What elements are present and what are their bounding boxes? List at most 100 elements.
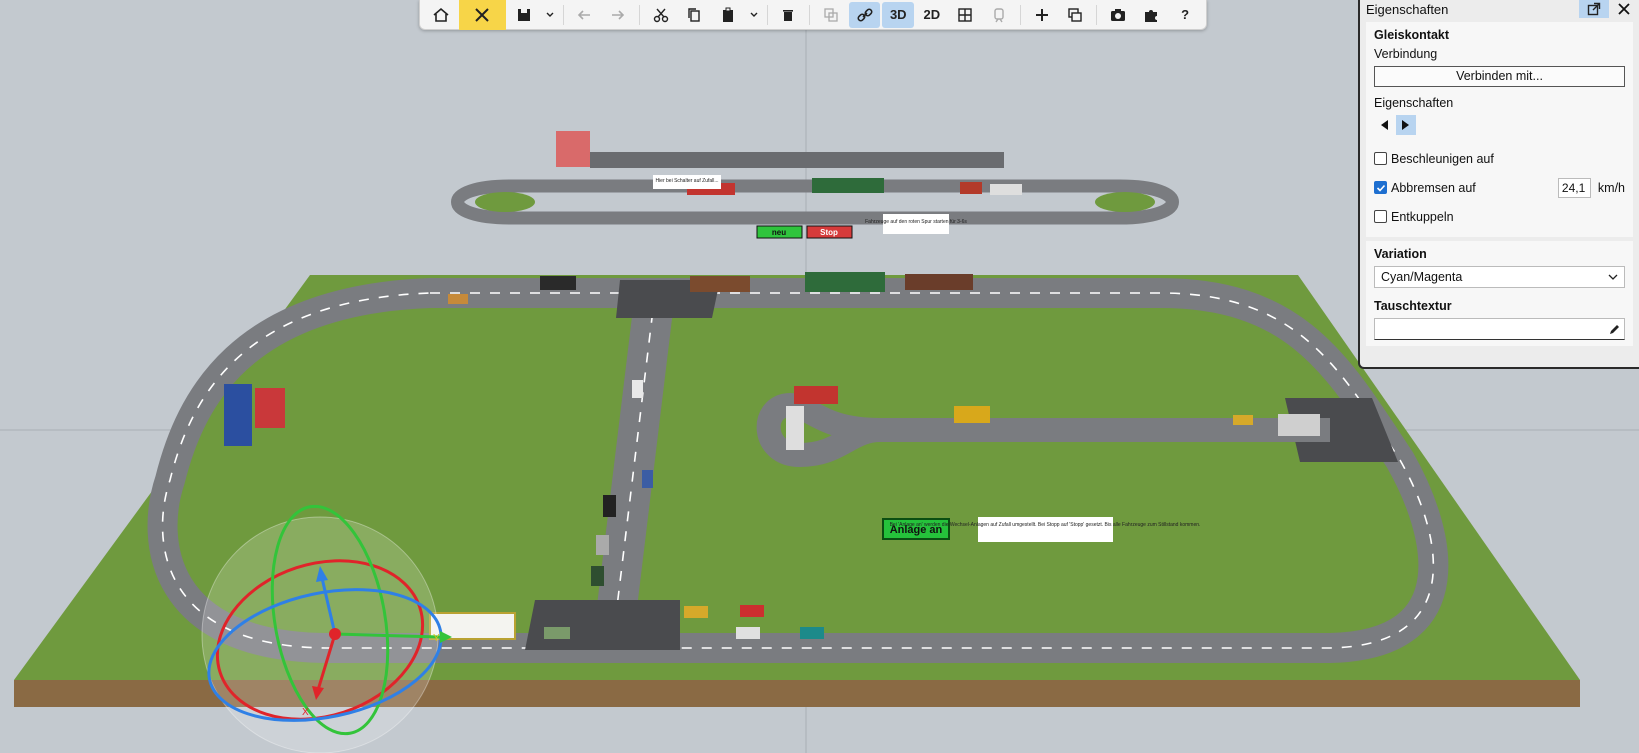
cut-button[interactable] [645, 2, 677, 28]
truck-red[interactable] [255, 388, 285, 428]
texture-input[interactable] [1374, 318, 1625, 340]
undo-button[interactable] [569, 2, 601, 28]
brake-speed-group: 24,1 km/h [1557, 177, 1625, 198]
group-icon [824, 7, 838, 22]
car-teal[interactable] [800, 627, 824, 639]
add-button[interactable] [1026, 2, 1058, 28]
delete-button[interactable] [773, 2, 805, 28]
info-note-center [978, 517, 1113, 542]
trash-icon [783, 9, 794, 21]
staging-note-right-text: Fahrzeuge auf den roten Spur starten für… [865, 219, 967, 225]
window-icon [1068, 7, 1082, 22]
variation-select[interactable]: Cyan/Magenta [1374, 266, 1625, 288]
uncouple-row: Entkuppeln [1374, 202, 1625, 231]
gizmo-x-label: X [302, 707, 309, 718]
uncouple-checkbox[interactable] [1374, 210, 1387, 223]
triangle-right-icon [1402, 120, 1409, 130]
window-button[interactable] [1059, 2, 1091, 28]
car-olive[interactable] [544, 627, 570, 639]
car-silver[interactable] [596, 535, 609, 555]
brake-label: Abbremsen auf [1391, 180, 1476, 195]
link-button[interactable] [848, 1, 881, 28]
toolbar-separator [638, 4, 640, 25]
save-button[interactable] [508, 2, 540, 28]
speed-unit: km/h [1597, 180, 1625, 195]
train-icon [994, 7, 1004, 22]
previous-button[interactable] [1374, 115, 1394, 135]
pencil-icon[interactable] [1609, 324, 1620, 335]
section-title-track-contact: Gleiskontakt [1374, 28, 1450, 42]
toolbar-separator [1019, 4, 1021, 25]
car-white[interactable] [736, 627, 760, 639]
variation-title: Variation [1374, 247, 1427, 261]
view-2d-button[interactable]: 2D [916, 2, 948, 28]
redo-button[interactable] [602, 2, 634, 28]
link-icon [857, 7, 873, 22]
van-black[interactable] [540, 276, 576, 290]
paste-dropdown-button[interactable] [746, 2, 762, 28]
save-dropdown-button[interactable] [542, 2, 558, 28]
truck-green[interactable] [805, 272, 885, 292]
plugins-button[interactable] [1136, 2, 1168, 28]
puzzle-icon [1145, 9, 1158, 22]
grid-icon [958, 7, 973, 22]
toolbar-separator [1096, 4, 1098, 25]
gizmo-y-label: Y [433, 633, 440, 644]
grid-button[interactable] [950, 2, 982, 28]
next-button[interactable] [1396, 115, 1416, 135]
bus-red-inner[interactable] [794, 386, 838, 404]
main-toolbar: 3D 2D ? [419, 0, 1207, 30]
uncouple-label: Entkuppeln [1391, 209, 1454, 224]
gizmo-center[interactable] [329, 628, 341, 640]
home-icon [433, 7, 449, 22]
staging-loop-right-island [1095, 192, 1155, 212]
external-link-icon [1587, 2, 1601, 16]
truck-blue[interactable] [224, 384, 252, 446]
connect-button[interactable]: Verbinden mit... [1374, 66, 1625, 87]
paste-button[interactable] [712, 2, 744, 28]
popout-button[interactable] [1579, 0, 1609, 18]
copy-button[interactable] [678, 2, 710, 28]
group-button[interactable] [815, 2, 847, 28]
car-red[interactable] [740, 605, 764, 617]
brake-speed-input[interactable]: 24,1 [1557, 177, 1591, 198]
staging-tractor [960, 182, 982, 194]
caravan[interactable] [1278, 414, 1320, 436]
panel-header: Eigenschaften [1360, 0, 1639, 18]
accelerate-checkbox[interactable] [1374, 152, 1387, 165]
car-yellow[interactable] [684, 606, 708, 618]
brake-row: Abbremsen auf 24,1 km/h [1374, 173, 1625, 202]
toolbar-separator [766, 4, 768, 25]
staging-road-top [590, 152, 1004, 168]
brake-checkbox[interactable] [1374, 181, 1387, 194]
car-darkgreen[interactable] [591, 566, 604, 586]
train-button[interactable] [983, 2, 1015, 28]
tractor-trailer[interactable] [690, 276, 750, 292]
tools-button[interactable] [458, 0, 507, 30]
van-yellow[interactable] [954, 406, 990, 423]
staging-caravan [990, 184, 1022, 195]
screenshot-button[interactable] [1102, 2, 1134, 28]
help-button[interactable]: ? [1169, 2, 1201, 28]
toolbar-separator [809, 4, 811, 25]
close-button[interactable] [1613, 0, 1635, 18]
panel-title: Eigenschaften [1366, 1, 1449, 17]
plus-icon [1035, 8, 1048, 21]
copy-icon [688, 7, 700, 22]
group-track-contact: Gleiskontakt Verbindung Verbinden mit...… [1366, 22, 1633, 237]
checkmark-icon [1376, 184, 1385, 192]
bus-white-inner[interactable] [786, 406, 804, 450]
connection-label: Verbindung [1374, 47, 1438, 61]
building-red [556, 131, 590, 167]
car-black[interactable] [603, 495, 616, 517]
car-orange[interactable] [448, 294, 468, 304]
car-yellow-2[interactable] [1233, 415, 1253, 425]
home-button[interactable] [425, 2, 457, 28]
properties-label: Eigenschaften [1374, 96, 1454, 110]
chevron-down-icon [1608, 274, 1618, 280]
truck-brown[interactable] [905, 274, 973, 290]
view-3d-button[interactable]: 3D [882, 1, 915, 28]
car-white-2[interactable] [632, 380, 643, 398]
arrow-left-icon [578, 9, 591, 20]
car-blue[interactable] [642, 470, 653, 488]
